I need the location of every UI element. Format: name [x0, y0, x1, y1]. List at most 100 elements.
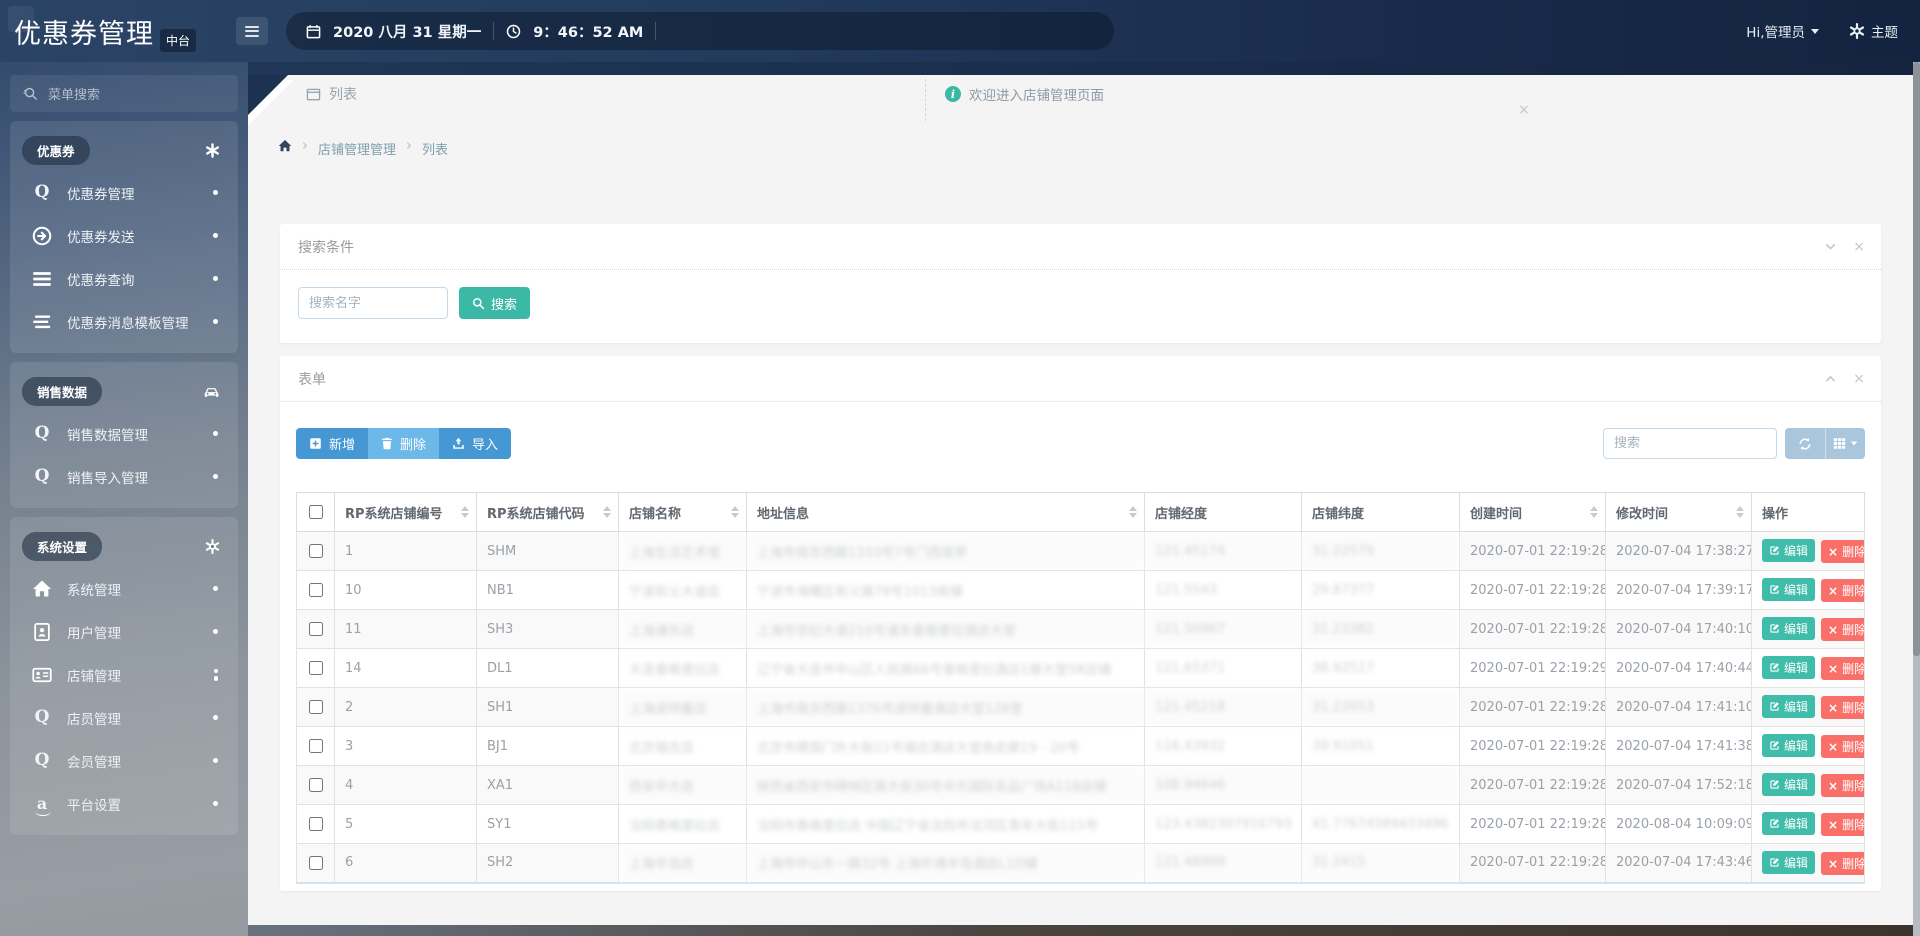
edit-icon [1769, 701, 1780, 712]
theme-button[interactable]: 主题 [1849, 21, 1898, 41]
delete-row-button[interactable]: × 删除 [1821, 579, 1864, 603]
sidebar-section-header[interactable]: 优惠券 [10, 129, 238, 171]
edit-row-button[interactable]: 编辑 [1762, 655, 1816, 679]
row-checkbox[interactable] [308, 622, 323, 636]
shop-id-cell: 14 [334, 648, 477, 688]
row-checkbox[interactable] [308, 583, 323, 597]
search-button[interactable]: 搜索 [459, 287, 531, 319]
menu-search-input[interactable]: 菜单搜索 [10, 75, 238, 112]
sidebar-item[interactable]: 优惠券查询 [10, 257, 238, 300]
column-header[interactable]: RP系统店铺代码 [476, 492, 619, 532]
delete-button[interactable]: 删除 [368, 428, 440, 459]
edit-button-label: 编辑 [1784, 543, 1809, 558]
created-time-cell: 2020-07-01 22:19:28 [1459, 609, 1606, 649]
refresh-button[interactable] [1785, 428, 1825, 459]
row-checkbox[interactable] [308, 739, 323, 753]
delete-row-button[interactable]: × 删除 [1821, 657, 1864, 681]
sidebar-item[interactable]: a 平台设置 [10, 782, 238, 825]
page-scrollbar[interactable] [1913, 62, 1920, 936]
sidebar-item[interactable]: 优惠券发送 [10, 214, 238, 257]
add-button[interactable]: 新增 [296, 428, 369, 459]
column-header[interactable]: 地址信息 [746, 492, 1145, 532]
row-checkbox[interactable] [308, 700, 323, 714]
select-all-checkbox[interactable] [308, 505, 323, 519]
shop-longitude-cell: 121.48999 [1144, 843, 1302, 883]
row-checkbox[interactable] [308, 544, 323, 558]
row-checkbox[interactable] [308, 855, 323, 870]
edit-row-button[interactable]: 编辑 [1762, 850, 1816, 874]
sidebar-toggle-button[interactable] [236, 17, 269, 45]
close-panel-icon[interactable]: × [1853, 240, 1865, 254]
collapse-chevron-icon[interactable] [1824, 372, 1837, 385]
scrollbar-thumb[interactable] [1913, 62, 1920, 657]
search-name-input[interactable] [298, 287, 448, 319]
edit-row-button[interactable]: 编辑 [1762, 772, 1816, 796]
edit-row-button[interactable]: 编辑 [1762, 616, 1816, 640]
sidebar-item[interactable]: 用户管理 [10, 610, 238, 653]
edit-row-button[interactable]: 编辑 [1762, 577, 1816, 601]
section-label: 优惠券 [22, 136, 90, 165]
sort-icon[interactable] [1736, 506, 1744, 518]
column-header[interactable]: 店铺名称 [618, 492, 747, 532]
sidebar-item[interactable]: 优惠券消息模板管理 [10, 300, 238, 343]
edit-button-label: 编辑 [1784, 738, 1809, 753]
sidebar-item[interactable]: 系统管理 [10, 567, 238, 610]
edit-icon [1769, 818, 1780, 829]
sidebar-item[interactable]: Q 销售数据管理 [10, 412, 238, 455]
sidebar-section-header[interactable]: 系统设置 [10, 525, 238, 567]
bullet-icon [213, 319, 218, 324]
column-header[interactable]: RP系统店铺编号 [334, 492, 477, 532]
column-header[interactable]: 修改时间 [1605, 492, 1752, 532]
sort-icon[interactable] [1590, 506, 1598, 518]
shop-id-cell: 6 [334, 843, 477, 883]
tab-list[interactable]: 列表 [306, 75, 357, 113]
content-panel: 列表 i 欢迎进入店铺管理页面 × › 店铺管理管理 › 列表 搜索条件 × 搜… [248, 75, 1913, 925]
sidebar-item[interactable]: Q 销售导入管理 [10, 455, 238, 498]
sort-icon[interactable] [731, 506, 739, 518]
delete-row-button[interactable]: × 删除 [1821, 735, 1864, 759]
edit-row-button[interactable]: 编辑 [1762, 694, 1816, 718]
home-icon[interactable] [278, 139, 292, 153]
sort-icon[interactable] [1129, 506, 1137, 518]
sidebar-item[interactable]: 店铺管理 [10, 653, 238, 696]
delete-row-button[interactable]: × 删除 [1821, 852, 1864, 875]
table-search-input[interactable] [1603, 428, 1777, 459]
upload-icon [452, 437, 465, 450]
shop-code-cell: SH2 [476, 843, 619, 883]
sidebar-section-header[interactable]: 销售数据 [10, 370, 238, 412]
sort-icon[interactable] [461, 506, 469, 518]
sidebar-item[interactable]: Q 店员管理 [10, 696, 238, 739]
breadcrumb-link[interactable]: 列表 [422, 139, 448, 158]
delete-row-button[interactable]: × 删除 [1821, 696, 1864, 720]
edit-row-button[interactable]: 编辑 [1762, 811, 1816, 835]
import-button[interactable]: 导入 [439, 428, 512, 459]
delete-row-button[interactable]: × 删除 [1821, 813, 1864, 837]
modified-time-cell: 2020-07-04 17:43:46 [1605, 843, 1752, 883]
bullet-icon [213, 474, 218, 479]
page: 优惠券管理 中台 2020 八月 31 星期一 9：46：52 AM Hi,管理… [0, 0, 1920, 936]
breadcrumb-link[interactable]: 店铺管理管理 [318, 139, 396, 158]
shop-latitude-cell: 31.23382 [1301, 609, 1460, 649]
close-icon[interactable]: × [1518, 103, 1530, 117]
delete-row-button[interactable]: × 删除 [1821, 774, 1864, 798]
edit-row-button[interactable]: 编辑 [1762, 538, 1816, 562]
collapse-chevron-icon[interactable] [1824, 240, 1837, 253]
sort-icon[interactable] [603, 506, 611, 518]
row-checkbox[interactable] [308, 778, 323, 792]
shop-address-cell: 陕西省西安市碑林区南大街30号中大国际名品广场A118店铺 [746, 765, 1145, 805]
sidebar-item[interactable]: Q 会员管理 [10, 739, 238, 782]
close-panel-icon[interactable]: × [1853, 372, 1865, 386]
search-panel-title: 搜索条件 [298, 239, 354, 256]
shop-longitude-cell: 108.94646 [1144, 765, 1302, 805]
row-checkbox[interactable] [308, 817, 323, 831]
sidebar-item[interactable]: Q 优惠券管理 [10, 171, 238, 214]
user-menu[interactable]: Hi,管理员 [1746, 21, 1819, 41]
edit-row-button[interactable]: 编辑 [1762, 733, 1816, 757]
columns-dropdown-button[interactable] [1825, 428, 1865, 459]
shop-latitude-cell: 38.92517 [1301, 648, 1460, 688]
row-checkbox[interactable] [308, 661, 323, 675]
delete-row-button[interactable]: × 删除 [1821, 540, 1864, 564]
delete-row-button[interactable]: × 删除 [1821, 618, 1864, 642]
column-header[interactable]: 创建时间 [1459, 492, 1606, 532]
bottom-background-strip [248, 925, 1913, 936]
